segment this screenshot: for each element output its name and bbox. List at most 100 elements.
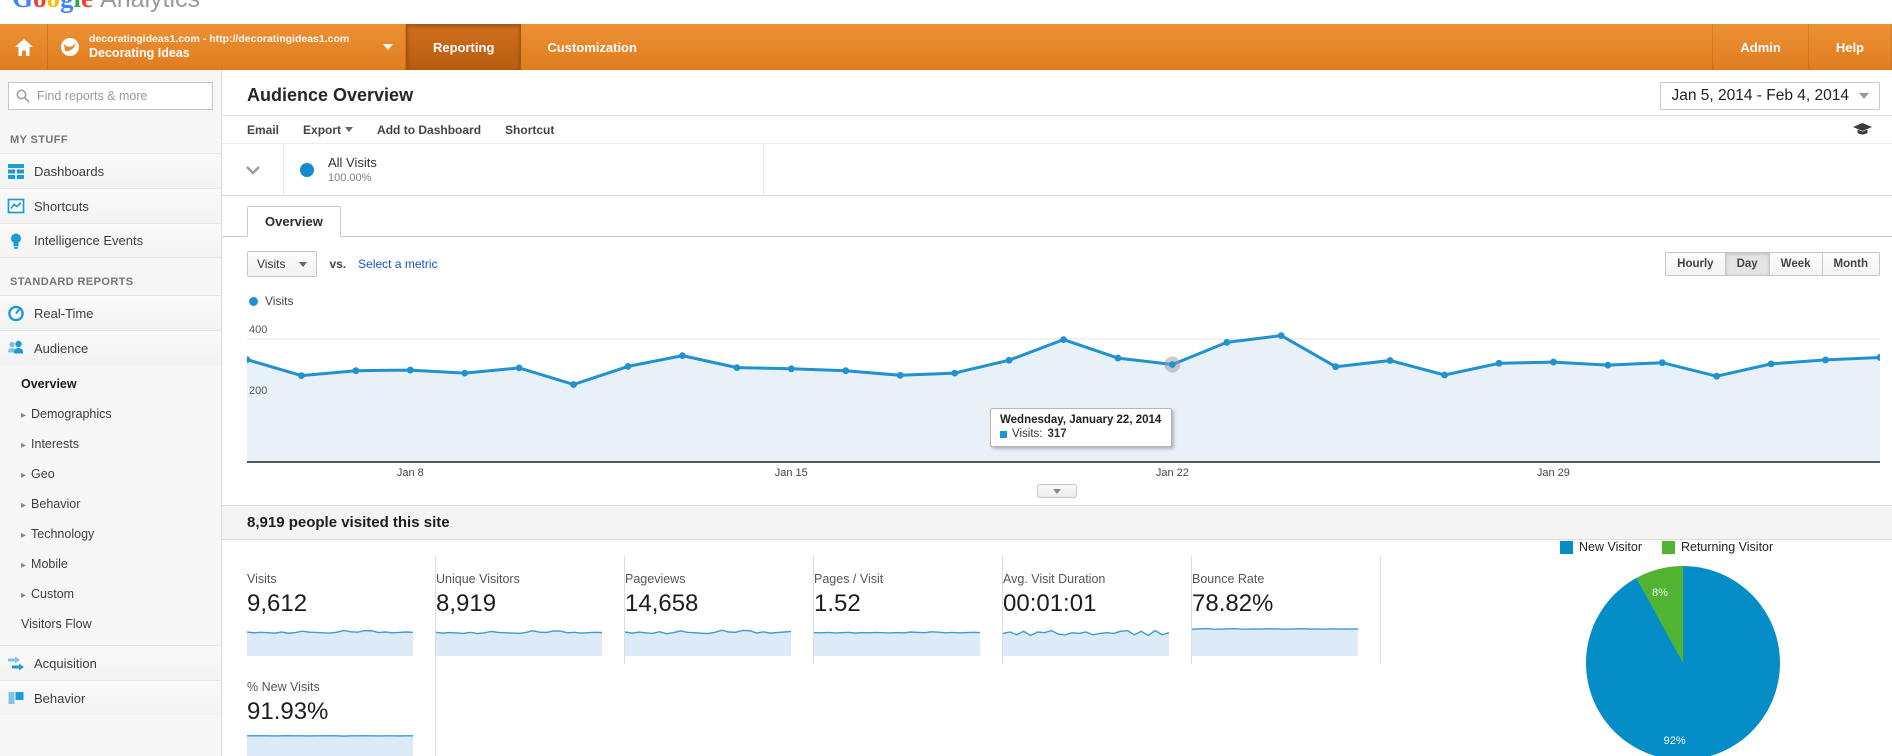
sidebar-subitem-mobile[interactable]: Mobile	[0, 549, 221, 579]
granularity-month[interactable]: Month	[1822, 252, 1880, 276]
standard-reports-heading: STANDARD REPORTS	[10, 276, 134, 288]
pie-label-returning: 8%	[1651, 587, 1668, 600]
segment-row: All Visits 100.00%	[222, 144, 1892, 196]
education-icon[interactable]	[1853, 123, 1872, 137]
x-axis-tick: Jan 22	[1155, 467, 1189, 479]
granularity-hourly[interactable]: Hourly	[1665, 252, 1726, 276]
chart-controls: Visits vs. Select a metric Hourly Day We…	[222, 237, 1892, 289]
sidebar-item-label: Dashboards	[34, 163, 105, 179]
select-metric-link[interactable]: Select a metric	[358, 257, 437, 271]
metric-selector[interactable]: Visits	[247, 251, 318, 277]
collapse-chart-button[interactable]	[1037, 484, 1077, 498]
segment-all-visits[interactable]: All Visits 100.00%	[284, 144, 764, 195]
legend-label: New Visitor	[1579, 540, 1642, 554]
collapse-chart-icon	[1053, 488, 1061, 494]
date-range-selector[interactable]: Jan 5, 2014 - Feb 4, 2014	[1660, 81, 1880, 110]
google-analytics-logo: Google Analytics	[12, 0, 200, 14]
visits-chart: 400 200 Wednesday, January 22, 2014 Visi…	[247, 313, 1880, 465]
metric-sparkline	[247, 732, 413, 756]
behavior-icon	[8, 692, 24, 704]
sidebar-item-audience[interactable]: Audience	[0, 330, 221, 365]
sidebar-item-label: Acquisition	[34, 655, 97, 671]
x-axis-tick: Jan 8	[396, 467, 424, 479]
new-visitor-swatch	[1560, 540, 1573, 554]
export-label: Export	[303, 122, 342, 137]
tab-reporting[interactable]: Reporting	[406, 24, 522, 70]
logo-letter: o	[47, 0, 61, 13]
visitors-pie: 92% 8%	[1586, 566, 1780, 756]
report-header: Audience Overview Jan 5, 2014 - Feb 4, 2…	[222, 70, 1892, 116]
sidebar-item-real-time[interactable]: Real-Time	[0, 295, 221, 330]
logo-letter: e	[81, 0, 93, 13]
add-to-dashboard-button[interactable]: Add to Dashboard	[377, 123, 481, 137]
home-button[interactable]	[0, 24, 48, 70]
tab-customization[interactable]: Customization	[521, 24, 663, 70]
sidebar-subitem-geo[interactable]: Geo	[0, 459, 221, 489]
lightbulb-icon	[11, 233, 21, 249]
x-axis-labels: Jan 8 Jan 15 Jan 22 Jan 29	[247, 465, 1880, 483]
sidebar-subitem-demographics[interactable]: Demographics	[0, 399, 221, 429]
account-name: Decorating Ideas	[89, 45, 190, 60]
x-axis-tick: Jan 29	[1536, 467, 1570, 479]
metric-sparkline	[436, 624, 602, 656]
metric-cards: Visits 9,612 Unique Visitors 8,919 Pagev…	[247, 556, 1381, 756]
account-text: decoratingideas1.com - http://decorating…	[89, 33, 349, 62]
metric-card-bounce-rate: Bounce Rate 78.82%	[1192, 556, 1381, 664]
tooltip-metric-line: Visits: 317	[1000, 428, 1161, 440]
metric-sparkline	[625, 624, 791, 656]
tooltip-metric-value: 317	[1047, 428, 1067, 440]
legend-new-visitor: New Visitor	[1560, 540, 1642, 554]
sidebar-item-behavior[interactable]: Behavior	[0, 680, 221, 715]
sidebar-subitem-technology[interactable]: Technology	[0, 519, 221, 549]
sidebar-subitem-custom[interactable]: Custom	[0, 579, 221, 609]
sidebar-item-shortcuts[interactable]: Shortcuts	[0, 188, 221, 223]
sidebar-item-intelligence-events[interactable]: Intelligence Events	[0, 223, 221, 258]
granularity-day[interactable]: Day	[1725, 252, 1770, 276]
sidebar-item-label: Behavior	[34, 690, 86, 706]
real-time-icon	[8, 305, 24, 322]
segment-percent: 100.00%	[328, 171, 372, 184]
my-stuff-heading: MY STUFF	[10, 134, 68, 146]
metric-sparkline	[814, 624, 980, 656]
sidebar-subitem-behavior[interactable]: Behavior	[0, 489, 221, 519]
top-navigation-bar: decoratingideas1.com - http://decorating…	[0, 24, 1892, 70]
sidebar-item-acquisition[interactable]: Acquisition	[0, 645, 221, 680]
logo-letter: g	[60, 0, 74, 13]
metric-card-unique-visitors: Unique Visitors 8,919	[436, 556, 625, 664]
y-axis-tick: 400	[249, 324, 268, 336]
sidebar-subitem-overview[interactable]: Overview	[0, 369, 221, 399]
export-dropdown-icon	[345, 127, 354, 132]
search-input[interactable]	[8, 82, 213, 110]
chevron-down-icon	[245, 165, 260, 175]
metric-sparkline	[247, 624, 413, 656]
metric-card-visits: Visits 9,612	[247, 556, 436, 664]
metric-selector-label: Visits	[257, 257, 286, 271]
tooltip-date: Wednesday, January 22, 2014	[1000, 414, 1162, 426]
sidebar-item-dashboards[interactable]: Dashboards	[0, 153, 221, 188]
metric-card-pages-per-visit: Pages / Visit 1.52	[814, 556, 1003, 664]
segment-expander[interactable]	[222, 144, 284, 195]
sidebar-subitem-interests[interactable]: Interests	[0, 429, 221, 459]
granularity-week[interactable]: Week	[1769, 252, 1823, 276]
export-button[interactable]: Export	[303, 122, 354, 137]
shortcut-button[interactable]: Shortcut	[505, 123, 554, 137]
chart-legend: Visits	[222, 289, 1892, 313]
home-icon	[14, 38, 33, 56]
tooltip-series-icon	[1000, 430, 1007, 438]
property-icon	[61, 38, 79, 56]
segment-name: All Visits	[328, 155, 377, 171]
metric-label: Avg. Visit Duration	[1003, 572, 1106, 586]
logo-strip: Google Analytics	[0, 0, 1892, 24]
metric-label: Pages / Visit	[814, 572, 884, 586]
email-button[interactable]: Email	[247, 123, 279, 137]
tab-overview[interactable]: Overview	[247, 206, 341, 237]
account-selector[interactable]: decoratingideas1.com - http://decorating…	[48, 24, 406, 70]
help-link[interactable]: Help	[1807, 24, 1892, 70]
sidebar-subitem-visitors-flow[interactable]: Visitors Flow	[0, 609, 221, 639]
audience-icon	[8, 340, 24, 354]
visitor-type-chart: New Visitor Returning Visitor 92% 8%	[1560, 540, 1892, 756]
admin-link[interactable]: Admin	[1712, 24, 1807, 70]
sidebar-item-label: Shortcuts	[34, 198, 89, 214]
logo-letter: l	[74, 0, 82, 13]
